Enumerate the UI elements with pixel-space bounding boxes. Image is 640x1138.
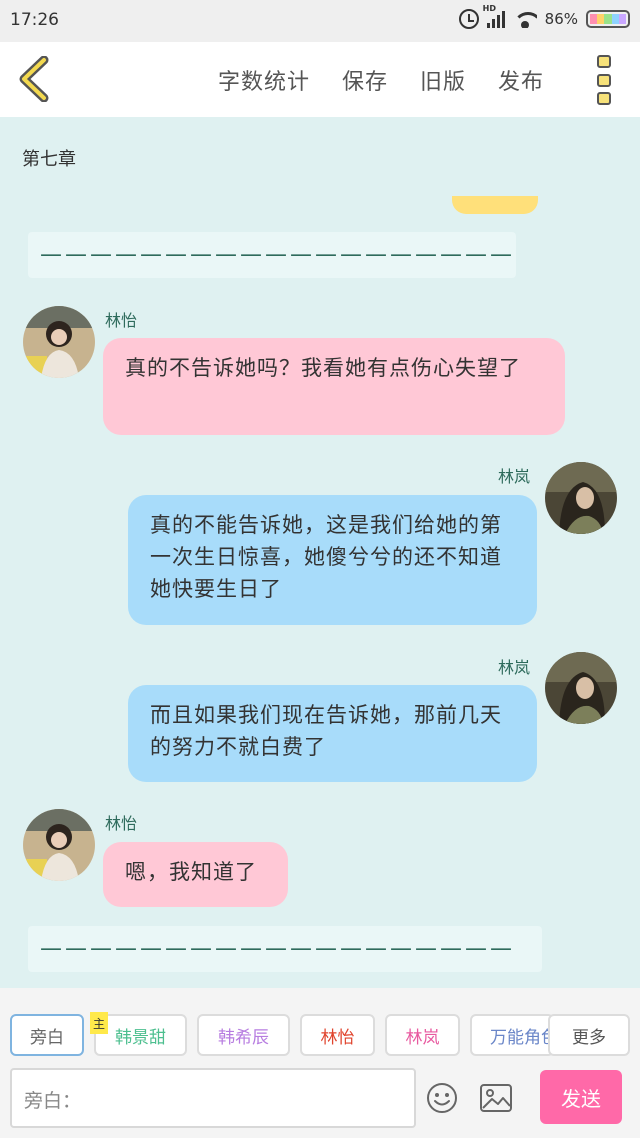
- alarm-icon: [458, 9, 479, 29]
- message-input[interactable]: 旁白：: [10, 1068, 416, 1128]
- network-type: HD: [482, 4, 496, 13]
- more-menu-icon[interactable]: [597, 55, 613, 105]
- character-chip-narration[interactable]: 旁白: [10, 1014, 84, 1056]
- status-icons: HD 86%: [458, 4, 630, 29]
- speaker-name: 林怡: [105, 311, 138, 330]
- send-button[interactable]: 发送: [540, 1070, 622, 1124]
- top-toolbar: 字数统计 保存 旧版 发布: [0, 42, 640, 117]
- smiley-icon[interactable]: [426, 1082, 458, 1114]
- speaker-name: 林岚: [498, 467, 531, 486]
- battery-icon: [586, 10, 630, 28]
- chevron-left-icon[interactable]: [16, 55, 56, 103]
- chapter-title: 第七章: [22, 149, 76, 170]
- signal-icon: HD: [483, 4, 505, 28]
- speaker-name: 林岚: [498, 658, 531, 677]
- message-bubble[interactable]: 真的不告诉她吗？我看她有点伤心失望了: [103, 338, 565, 435]
- divider-text: ———————————————————: [40, 936, 515, 962]
- more-characters-button[interactable]: 更多: [548, 1014, 630, 1056]
- speaker-name: 林怡: [105, 814, 138, 833]
- scroll-tab: [452, 196, 538, 214]
- word-count-button[interactable]: 字数统计: [218, 64, 310, 96]
- character-chip-universal[interactable]: 万能角色: [470, 1014, 554, 1056]
- character-chip-linlan[interactable]: 林岚: [385, 1014, 460, 1056]
- divider-text: ———————————————————: [40, 242, 515, 268]
- avatar-linlan[interactable]: [545, 462, 617, 534]
- image-icon[interactable]: [480, 1084, 512, 1112]
- wifi-icon: [512, 10, 537, 28]
- message-bubble[interactable]: 而且如果我们现在告诉她，那前几天的努力不就白费了: [128, 685, 537, 782]
- character-chip-hanxichen[interactable]: 韩希辰: [197, 1014, 290, 1056]
- character-chip-linyi[interactable]: 林怡: [300, 1014, 375, 1056]
- status-time: 17:26: [10, 10, 59, 30]
- avatar-linlan[interactable]: [545, 652, 617, 724]
- old-version-button[interactable]: 旧版: [420, 64, 466, 96]
- toolbar-actions: 字数统计 保存 旧版 发布: [218, 64, 544, 96]
- save-button[interactable]: 保存: [342, 64, 388, 96]
- message-bubble[interactable]: 真的不能告诉她，这是我们给她的第一次生日惊喜，她傻兮兮的还不知道她快要生日了: [128, 495, 537, 625]
- battery-percent: 86%: [544, 10, 578, 28]
- main-character-badge: 主: [90, 1012, 108, 1034]
- avatar-linyi[interactable]: [23, 306, 95, 378]
- message-bubble[interactable]: 嗯，我知道了: [103, 842, 288, 907]
- publish-button[interactable]: 发布: [498, 64, 544, 96]
- status-bar: 17:26 HD 86%: [0, 0, 640, 42]
- avatar-linyi[interactable]: [23, 809, 95, 881]
- scene-divider-bottom[interactable]: ———————————————————: [28, 926, 542, 972]
- scene-divider-top[interactable]: ———————————————————: [28, 232, 516, 278]
